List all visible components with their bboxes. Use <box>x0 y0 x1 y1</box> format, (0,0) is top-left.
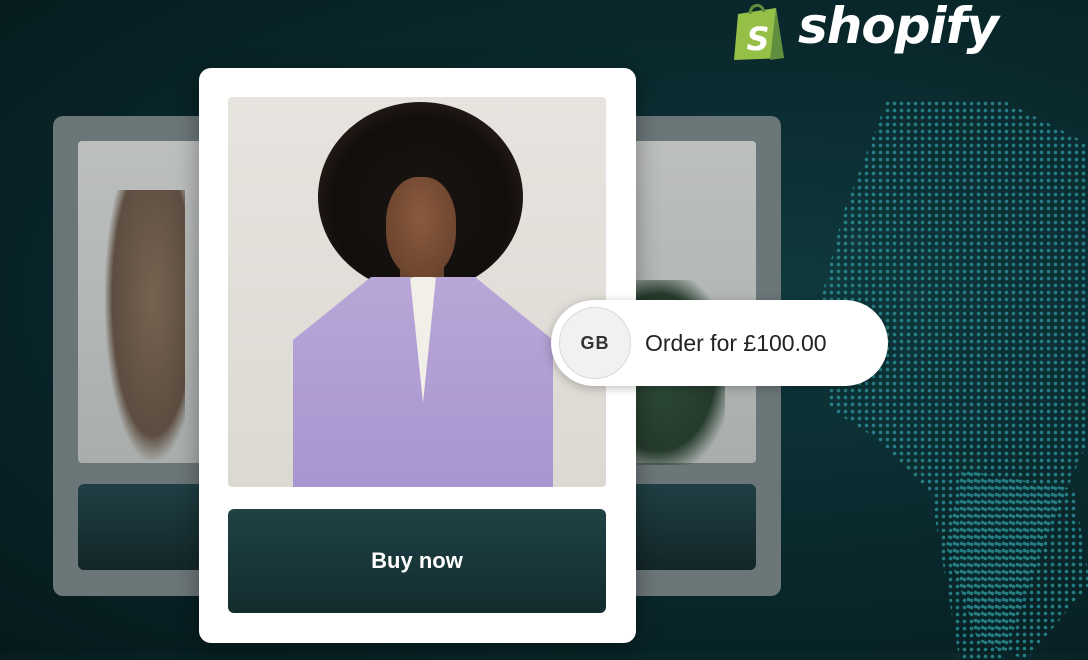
buy-now-button[interactable]: Buy now <box>228 509 606 613</box>
brand-wordmark: shopify <box>798 0 999 55</box>
country-avatar: GB <box>559 307 631 379</box>
bag-letter: S <box>746 20 769 58</box>
order-text: Order for £100.00 <box>645 329 827 356</box>
product-photo <box>228 97 606 487</box>
shopify-logo: S shopify <box>730 0 999 60</box>
shopify-bag-icon: S <box>730 0 788 60</box>
model-hair-left <box>105 190 185 460</box>
order-notification: GB Order for £100.00 <box>551 300 888 386</box>
model-face <box>386 177 456 277</box>
